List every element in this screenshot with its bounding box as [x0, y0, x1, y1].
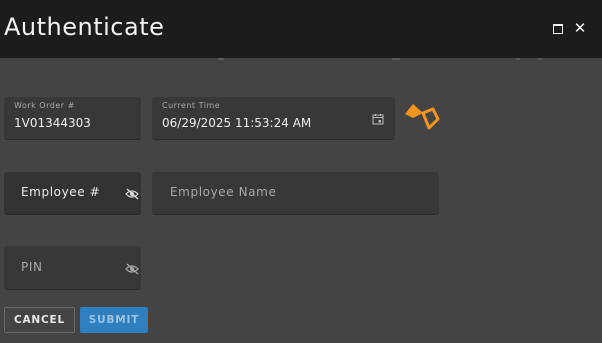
window-title: Authenticate: [4, 13, 165, 41]
divider: [516, 58, 520, 60]
pin-field[interactable]: PIN: [4, 246, 141, 290]
eye-off-icon[interactable]: [125, 188, 139, 200]
cancel-button[interactable]: CANCEL: [4, 307, 75, 333]
title-bar: Authenticate ✕: [0, 0, 602, 58]
work-order-field[interactable]: Work Order # 1V01344303: [4, 97, 141, 140]
eye-off-icon[interactable]: [125, 263, 139, 275]
pin-placeholder: PIN: [21, 260, 43, 274]
submit-button[interactable]: SUBMIT: [80, 307, 148, 333]
work-order-label: Work Order #: [14, 101, 75, 110]
current-time-value: 06/29/2025 11:53:24 AM: [162, 116, 312, 130]
work-order-value: 1V01344303: [14, 116, 91, 130]
calendar-icon[interactable]: [372, 113, 384, 125]
employee-name-field[interactable]: Employee Name: [152, 172, 439, 215]
close-icon[interactable]: ✕: [573, 21, 587, 36]
employee-number-field[interactable]: Employee #: [4, 172, 141, 215]
divider: [538, 58, 542, 60]
divider: [392, 58, 400, 60]
current-time-label: Current Time: [162, 101, 221, 110]
orange-scanner-icon[interactable]: [403, 101, 441, 131]
employee-number-placeholder: Employee #: [21, 185, 101, 199]
divider: [218, 58, 224, 60]
employee-name-placeholder: Employee Name: [170, 185, 277, 199]
maximize-icon[interactable]: [551, 21, 565, 35]
current-time-field[interactable]: Current Time 06/29/2025 11:53:24 AM: [152, 97, 395, 140]
